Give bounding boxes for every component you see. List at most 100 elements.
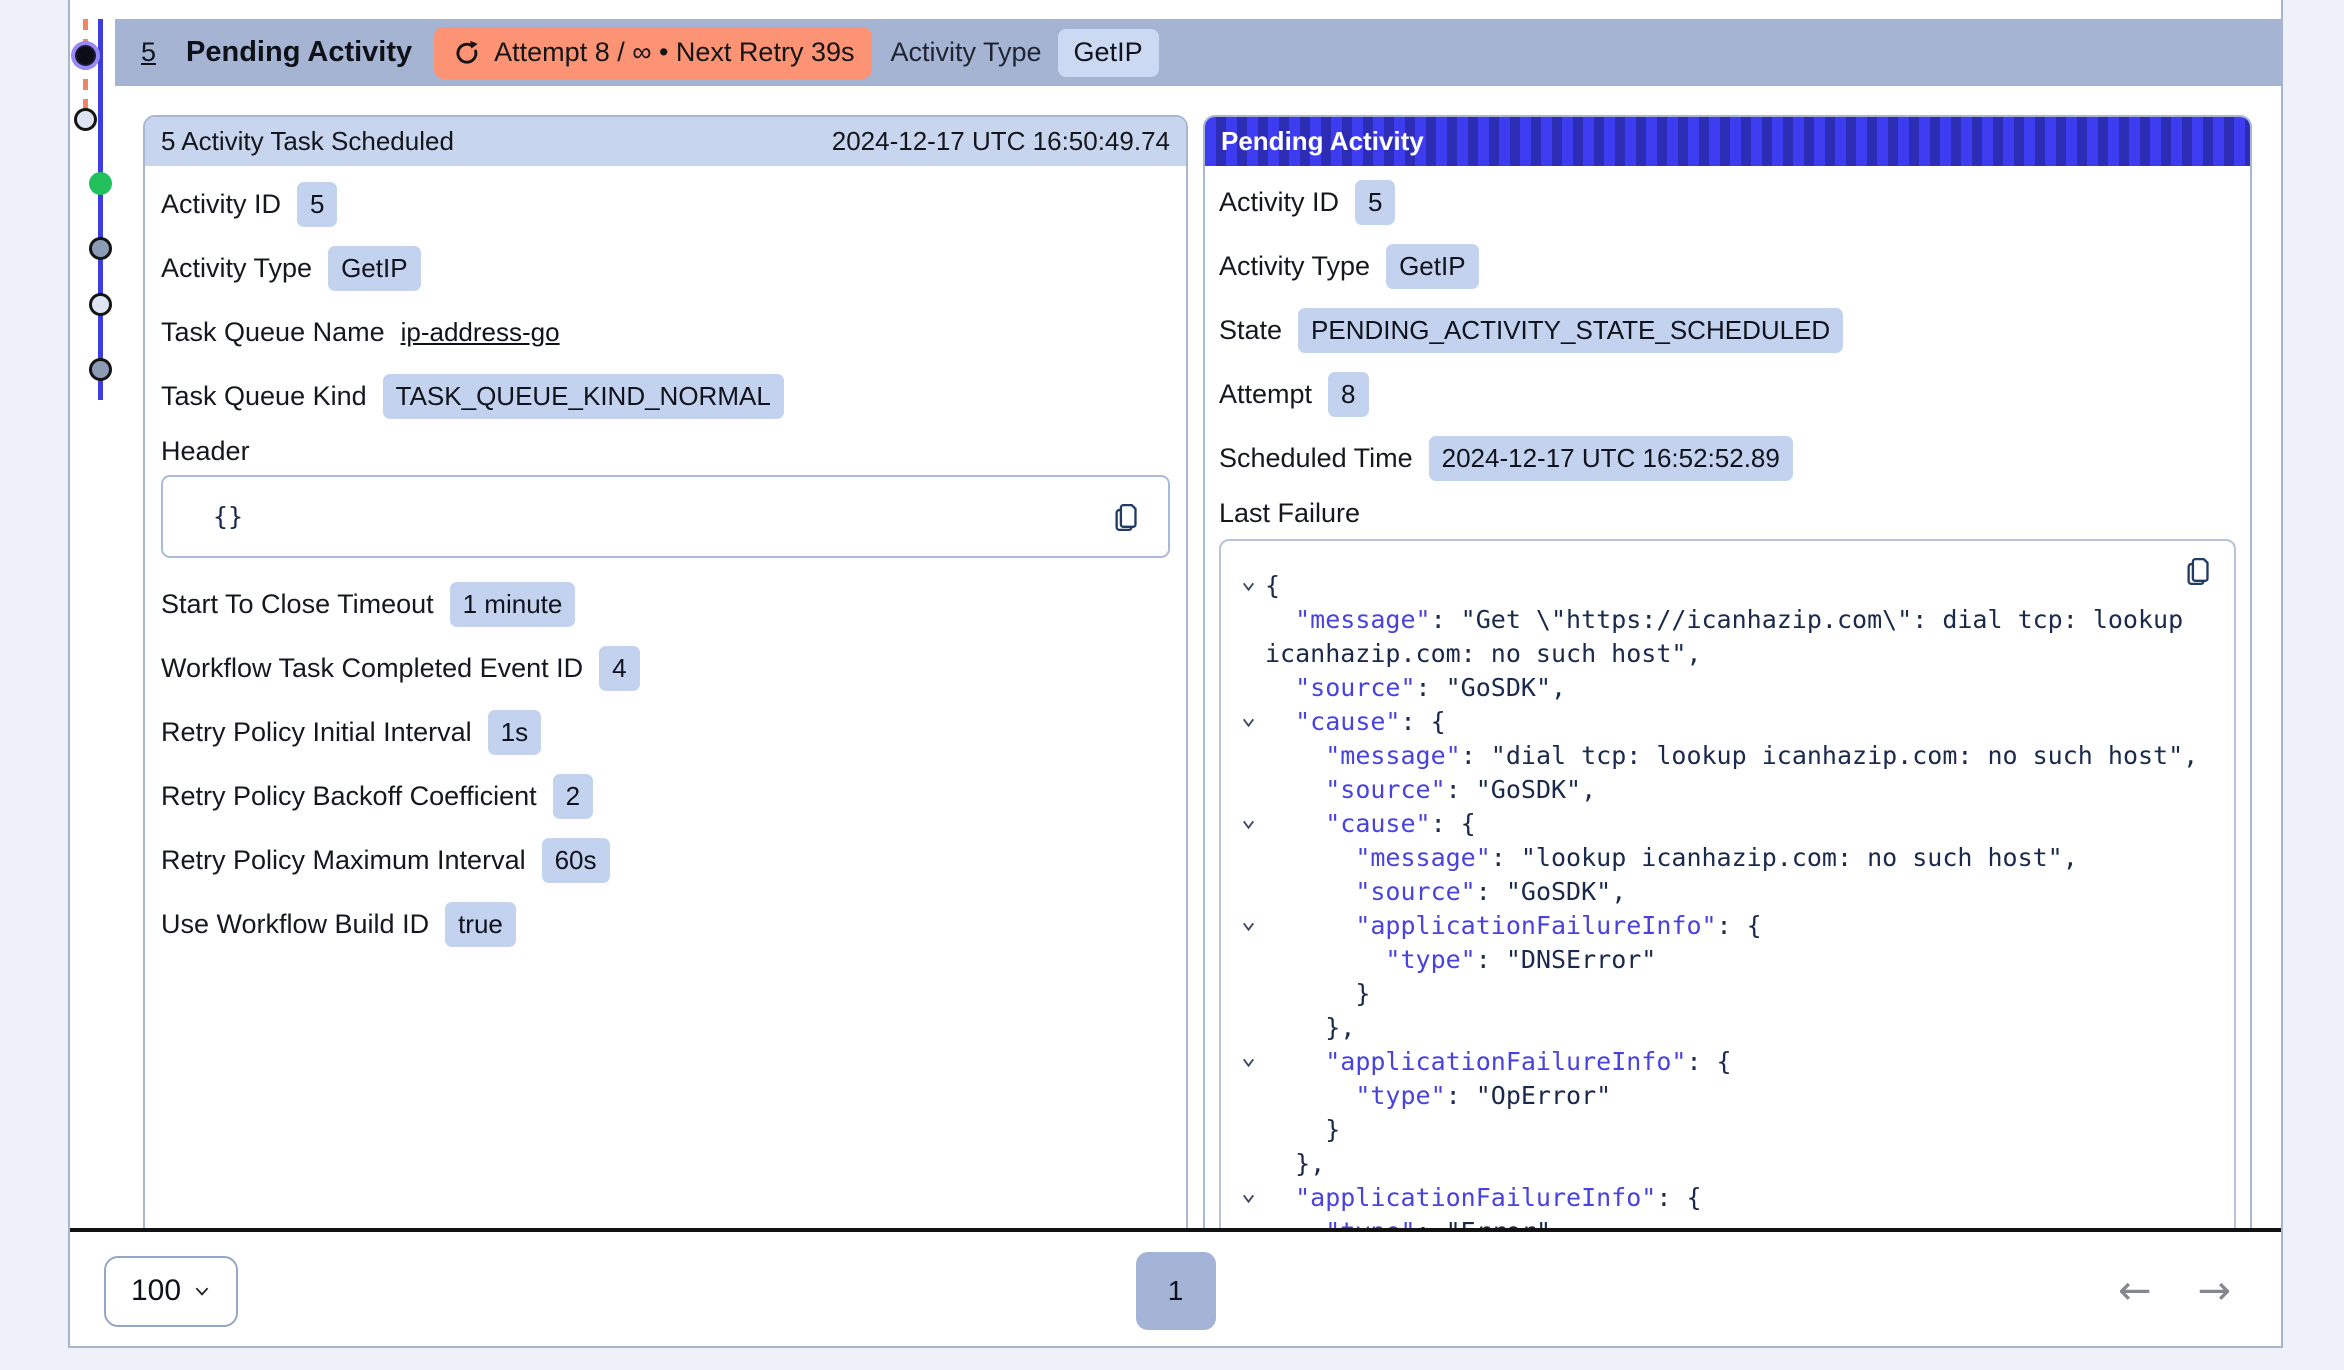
field-value-badge: GetIP — [328, 246, 420, 291]
field-row: Retry Policy Initial Interval 1s — [161, 708, 1170, 756]
field-value-badge: 8 — [1328, 372, 1368, 417]
field-row: Use Workflow Build ID true — [161, 900, 1170, 948]
field-value-badge: 2024-12-17 UTC 16:52:52.89 — [1429, 436, 1793, 481]
last-failure-label: Last Failure — [1219, 498, 2236, 529]
code-line: "cause": { — [1265, 705, 2214, 739]
field-value-badge: 5 — [1355, 180, 1395, 225]
header-code-value: {} — [213, 502, 243, 531]
field-row: Activity ID 5 — [1219, 178, 2236, 226]
field-label: Activity ID — [161, 189, 281, 220]
field-row: Scheduled Time 2024-12-17 UTC 16:52:52.89 — [1219, 434, 2236, 482]
code-line: "type": "DNSError" — [1265, 943, 2214, 977]
code-line: "type": "Error" — [1265, 1215, 2214, 1232]
code-line: "message": "Get \"https://icanhazip.com\… — [1265, 603, 2214, 671]
code-line: "applicationFailureInfo": { — [1265, 1181, 2214, 1215]
collapse-chevron-icon[interactable] — [1240, 578, 1257, 595]
timeline-dot-current[interactable] — [75, 45, 96, 66]
code-line: "source": "GoSDK", — [1265, 671, 2214, 705]
field-value-link[interactable]: ip-address-go — [401, 317, 560, 348]
event-card-timestamp: 2024-12-17 UTC 16:50:49.74 — [832, 126, 1170, 157]
field-row: Task Queue Name ip-address-go — [161, 308, 1170, 356]
retry-icon — [452, 38, 482, 68]
code-copy-button[interactable] — [2183, 555, 2216, 588]
event-detail-area: 5 Activity Task Scheduled 2024-12-17 UTC… — [70, 86, 2281, 1232]
code-line: { — [1265, 569, 2214, 603]
field-value-badge: 5 — [297, 182, 337, 227]
field-row: Activity ID 5 — [161, 180, 1170, 228]
field-value-badge: PENDING_ACTIVITY_STATE_SCHEDULED — [1298, 308, 1843, 353]
field-label: Retry Policy Backoff Coefficient — [161, 781, 537, 812]
field-label: Attempt — [1219, 379, 1312, 410]
field-label: Workflow Task Completed Event ID — [161, 653, 583, 684]
field-label: Retry Policy Initial Interval — [161, 717, 472, 748]
code-line: "message": "dial tcp: lookup icanhazip.c… — [1265, 739, 2214, 773]
field-label: Activity Type — [161, 253, 312, 284]
pending-card-header: Pending Activity — [1205, 117, 2250, 166]
pending-activity-card: Pending Activity Activity ID 5 Activity Ty… — [1203, 115, 2252, 1232]
field-label: Start To Close Timeout — [161, 589, 434, 620]
collapse-chevron-icon[interactable] — [1240, 918, 1257, 935]
next-page-button[interactable]: → — [2197, 1271, 2231, 1311]
code-line: } — [1265, 977, 2214, 1011]
arrow-left-icon: ← — [2118, 1268, 2152, 1314]
collapse-chevron-icon[interactable] — [1240, 1190, 1257, 1207]
event-card-title: 5 Activity Task Scheduled — [161, 126, 454, 157]
field-row: Activity Type GetIP — [161, 244, 1170, 292]
copy-icon — [2183, 576, 2216, 591]
page-size-value: 100 — [131, 1274, 181, 1308]
collapse-chevron-icon[interactable] — [1240, 1054, 1257, 1071]
arrow-right-icon: → — [2197, 1268, 2231, 1314]
field-value-badge: 1 minute — [450, 582, 576, 627]
copy-button[interactable] — [1111, 501, 1144, 534]
field-label: Activity ID — [1219, 187, 1339, 218]
code-line: }, — [1265, 1147, 2214, 1181]
collapse-chevron-icon[interactable] — [1240, 714, 1257, 731]
collapse-chevron-icon[interactable] — [1240, 816, 1257, 833]
page-size-select[interactable]: 100 — [104, 1256, 238, 1327]
field-label: Task Queue Name — [161, 317, 385, 348]
field-row: Retry Policy Backoff Coefficient 2 — [161, 772, 1170, 820]
field-value-badge: 60s — [542, 838, 610, 883]
field-value-badge: 1s — [488, 710, 541, 755]
code-line: }, — [1265, 1011, 2214, 1045]
field-row: Retry Policy Maximum Interval60s — [161, 836, 1170, 884]
field-row: Workflow Task Completed Event ID4 — [161, 644, 1170, 692]
header-section-label: Header — [161, 436, 1170, 467]
event-card-header: 5 Activity Task Scheduled 2024-12-17 UTC… — [145, 117, 1186, 166]
code-line: "message": "lookup icanhazip.com: no suc… — [1265, 841, 2214, 875]
field-value-badge: 2 — [553, 774, 593, 819]
field-label: Activity Type — [1219, 251, 1370, 282]
page-number-button[interactable]: 1 — [1136, 1252, 1216, 1330]
header-code-box: {} — [161, 475, 1170, 558]
field-label: Use Workflow Build ID — [161, 909, 429, 940]
last-failure-code-box: { "message": "Get \"https://icanhazip.co… — [1219, 539, 2236, 1232]
code-line: "source": "GoSDK", — [1265, 875, 2214, 909]
field-value-badge: GetIP — [1386, 244, 1478, 289]
event-card: 5 Activity Task Scheduled 2024-12-17 UTC… — [143, 115, 1188, 1232]
activity-type-label: Activity Type — [890, 37, 1041, 68]
field-row: Task Queue Kind TASK_QUEUE_KIND_NORMAL — [161, 372, 1170, 420]
field-label: Scheduled Time — [1219, 443, 1413, 474]
code-line: } — [1265, 1113, 2214, 1147]
field-row: Activity Type GetIP — [1219, 242, 2236, 290]
activity-type-badge: GetIP — [1058, 29, 1159, 77]
pending-card-title: Pending Activity — [1221, 126, 1424, 157]
events-panel: 5 Pending Activity Attempt 8 / ∞ • Next … — [68, 0, 2283, 1348]
field-value-badge: true — [445, 902, 516, 947]
code-line: "source": "GoSDK", — [1265, 773, 2214, 807]
page-title: Pending Activity — [186, 36, 412, 69]
retry-status-badge: Attempt 8 / ∞ • Next Retry 39s — [434, 27, 872, 79]
prev-page-button[interactable]: ← — [2118, 1271, 2152, 1311]
field-row: State PENDING_ACTIVITY_STATE_SCHEDULED — [1219, 306, 2236, 354]
field-label: Task Queue Kind — [161, 381, 367, 412]
event-header-bar: 5 Pending Activity Attempt 8 / ∞ • Next … — [115, 19, 2281, 86]
code-line: "applicationFailureInfo": { — [1265, 1045, 2214, 1079]
copy-icon — [1111, 522, 1144, 537]
code-line: "cause": { — [1265, 807, 2214, 841]
code-line: "type": "OpError" — [1265, 1079, 2214, 1113]
chevron-down-icon — [193, 1282, 211, 1300]
field-value-badge: TASK_QUEUE_KIND_NORMAL — [383, 374, 784, 419]
event-id-link[interactable]: 5 — [141, 37, 156, 68]
field-label: State — [1219, 315, 1282, 346]
code-line: "applicationFailureInfo": { — [1265, 909, 2214, 943]
